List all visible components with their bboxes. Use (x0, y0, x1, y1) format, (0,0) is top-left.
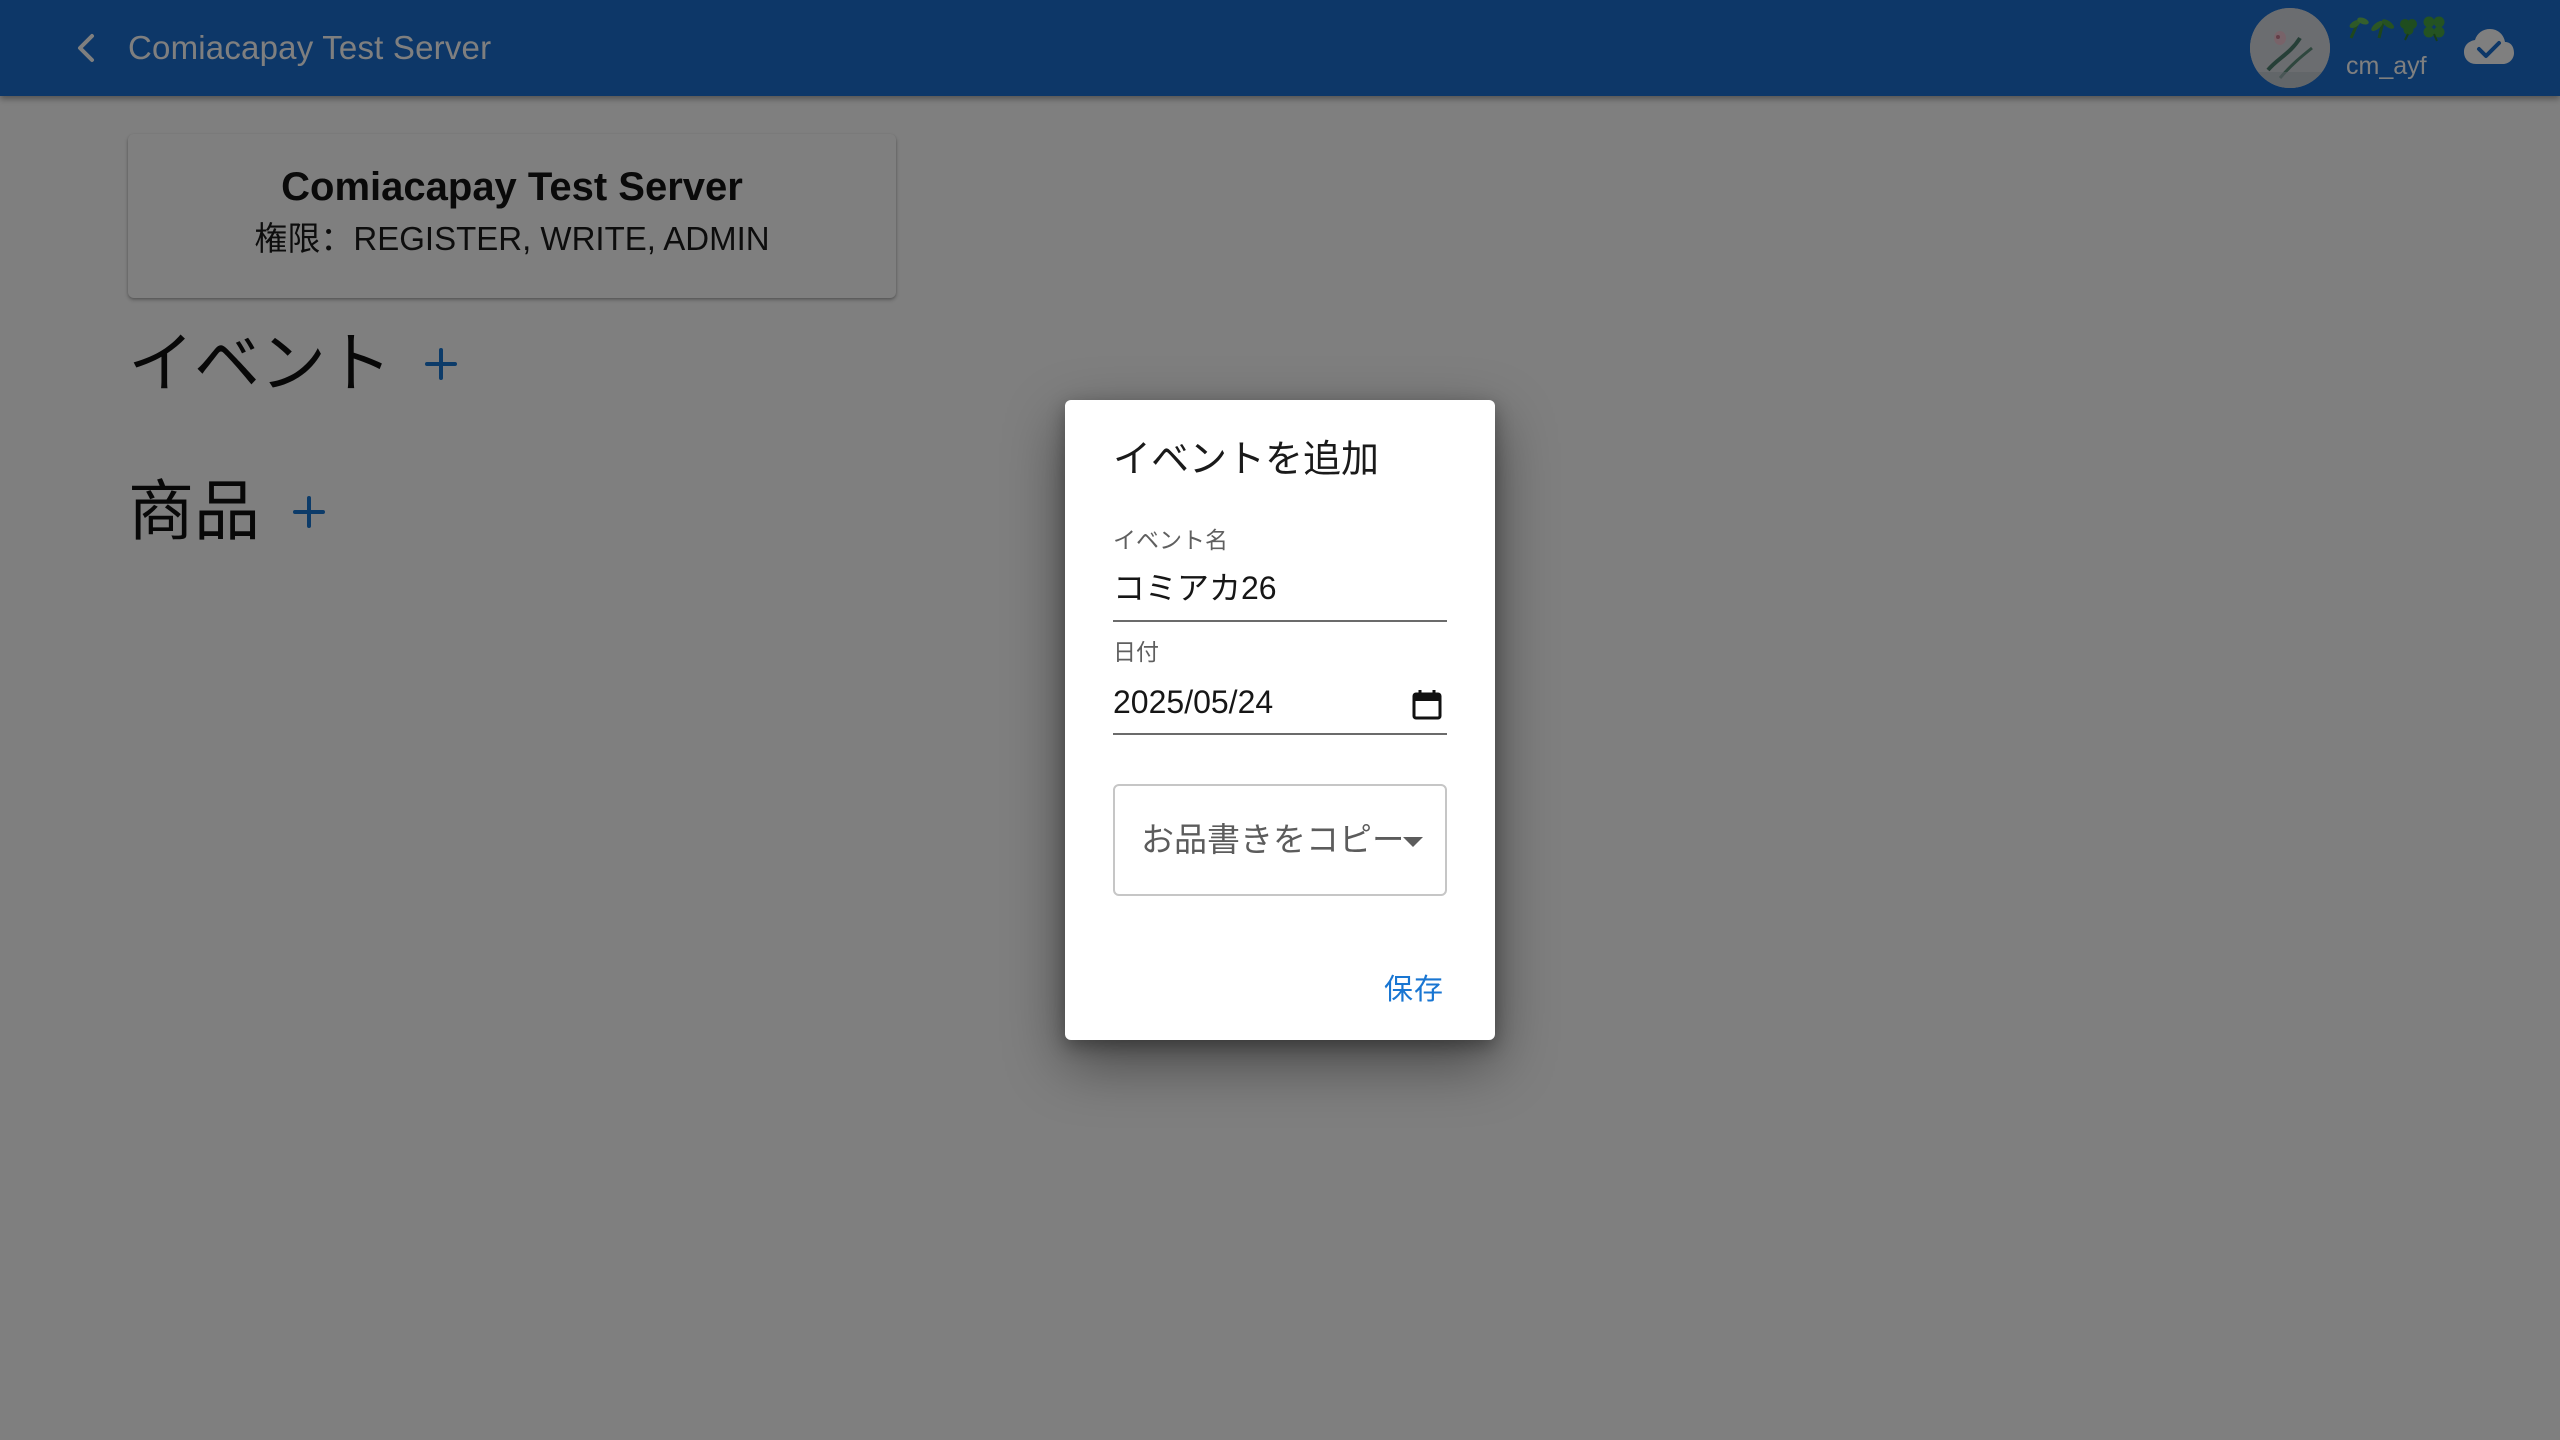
dialog-title: イベントを追加 (1113, 439, 1380, 481)
date-label: 日付 (1113, 639, 1159, 665)
save-button[interactable]: 保存 (1365, 960, 1463, 1014)
add-event-dialog: イベントを追加 イベント名 コミアカ26 日付 2025/05/24 お品書きを… (1065, 400, 1495, 1040)
calendar-picker-button[interactable] (1409, 686, 1445, 722)
date-underline (1113, 733, 1447, 735)
event-name-underline (1113, 620, 1447, 622)
event-name-label: イベント名 (1113, 527, 1228, 553)
date-input[interactable]: 2025/05/24 (1113, 682, 1447, 722)
dropdown-caret-icon (1403, 837, 1423, 847)
copy-menu-placeholder: お品書きをコピー (1141, 821, 1401, 858)
calendar-icon (1412, 690, 1442, 720)
copy-menu-select[interactable]: お品書きをコピー (1113, 784, 1447, 896)
event-name-input[interactable]: コミアカ26 (1113, 568, 1447, 608)
